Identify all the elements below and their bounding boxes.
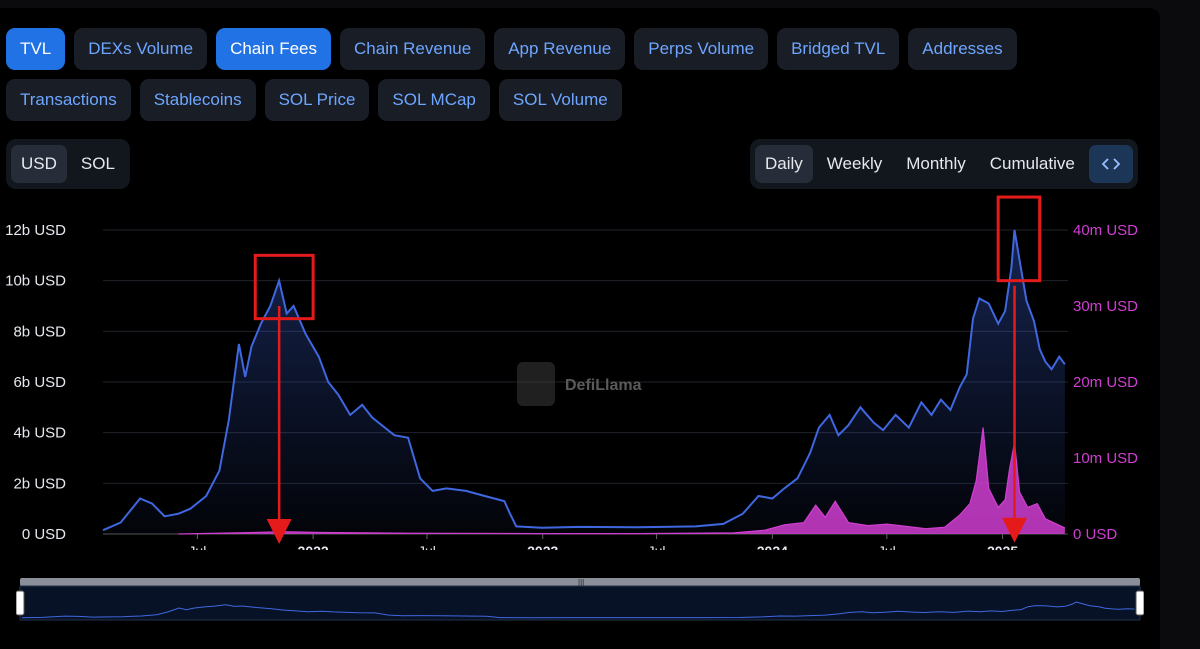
y-left-tick-label: 6b USD bbox=[13, 374, 66, 391]
currency-sol-option[interactable]: SOL bbox=[71, 145, 125, 183]
watermark-text: DefiLlama bbox=[565, 377, 642, 394]
interval-cumulative-option[interactable]: Cumulative bbox=[980, 145, 1085, 183]
y-right-tick-label: 0 USD bbox=[1073, 526, 1117, 543]
watermark: DefiLlama bbox=[517, 362, 642, 406]
range-brush[interactable]: ||| bbox=[16, 578, 1144, 622]
y-right-tick-label: 20m USD bbox=[1073, 374, 1138, 391]
brush-right-handle[interactable] bbox=[1135, 590, 1144, 616]
metric-toggles-row2: Transactions Stablecoins SOL Price SOL M… bbox=[6, 79, 622, 121]
y-left-tick-label: 8b USD bbox=[13, 323, 66, 340]
x-tick-label: 2023 bbox=[527, 543, 558, 550]
currency-usd-option[interactable]: USD bbox=[11, 145, 67, 183]
metric-tvl-button[interactable]: TVL bbox=[6, 28, 66, 70]
metric-dexs-volume-button[interactable]: DEXs Volume bbox=[74, 28, 208, 70]
metric-transactions-button[interactable]: Transactions bbox=[6, 79, 131, 121]
metric-chain-revenue-button[interactable]: Chain Revenue bbox=[340, 28, 486, 70]
y-left-tick-label: 2b USD bbox=[13, 475, 66, 492]
y-right-tick-label: 10m USD bbox=[1073, 450, 1138, 467]
interval-toggle: Daily Weekly Monthly Cumulative bbox=[750, 139, 1138, 189]
interval-monthly-option[interactable]: Monthly bbox=[896, 145, 976, 183]
brush-left-handle[interactable] bbox=[16, 590, 25, 616]
metric-app-revenue-button[interactable]: App Revenue bbox=[494, 28, 626, 70]
code-icon bbox=[1101, 158, 1120, 170]
metric-sol-price-button[interactable]: SOL Price bbox=[264, 79, 370, 121]
x-tick-label: 2025 bbox=[987, 543, 1018, 550]
metric-sol-volume-button[interactable]: SOL Volume bbox=[498, 79, 622, 121]
brush-window[interactable] bbox=[19, 585, 1141, 621]
y-left-tick-label: 0 USD bbox=[22, 526, 66, 543]
y-left-tick-label: 4b USD bbox=[13, 425, 66, 442]
llama-logo-icon bbox=[517, 362, 555, 406]
x-tick-label: Jul bbox=[418, 543, 436, 550]
y-left-tick-label: 10b USD bbox=[5, 273, 66, 290]
metric-toggles-row1: TVL DEXs Volume Chain Fees Chain Revenue… bbox=[6, 28, 1017, 70]
metric-chain-fees-button[interactable]: Chain Fees bbox=[216, 28, 332, 70]
embed-code-button[interactable] bbox=[1088, 145, 1133, 183]
metric-stablecoins-button[interactable]: Stablecoins bbox=[139, 79, 256, 121]
metric-perps-volume-button[interactable]: Perps Volume bbox=[634, 28, 769, 70]
metric-addresses-button[interactable]: Addresses bbox=[908, 28, 1017, 70]
x-tick-label: 2024 bbox=[757, 543, 788, 550]
y-right-tick-label: 30m USD bbox=[1073, 298, 1138, 315]
x-tick-label: 2022 bbox=[298, 543, 329, 550]
metric-bridged-tvl-button[interactable]: Bridged TVL bbox=[777, 28, 900, 70]
chart: 0 USD 2b USD 4b USD 6b USD 8b USD 10b USD 12b … bbox=[5, 195, 1138, 550]
interval-daily-option[interactable]: Daily bbox=[755, 145, 813, 183]
interval-weekly-option[interactable]: Weekly bbox=[817, 145, 892, 183]
x-tick-label: Jul bbox=[648, 543, 666, 550]
y-left-tick-label: 12b USD bbox=[5, 222, 66, 239]
currency-toggle: USD SOL bbox=[6, 139, 130, 189]
x-tick-label: Jul bbox=[188, 543, 206, 550]
y-right-tick-label: 40m USD bbox=[1073, 222, 1138, 239]
metric-sol-mcap-button[interactable]: SOL MCap bbox=[378, 79, 490, 121]
x-tick-label: Jul bbox=[878, 543, 896, 550]
